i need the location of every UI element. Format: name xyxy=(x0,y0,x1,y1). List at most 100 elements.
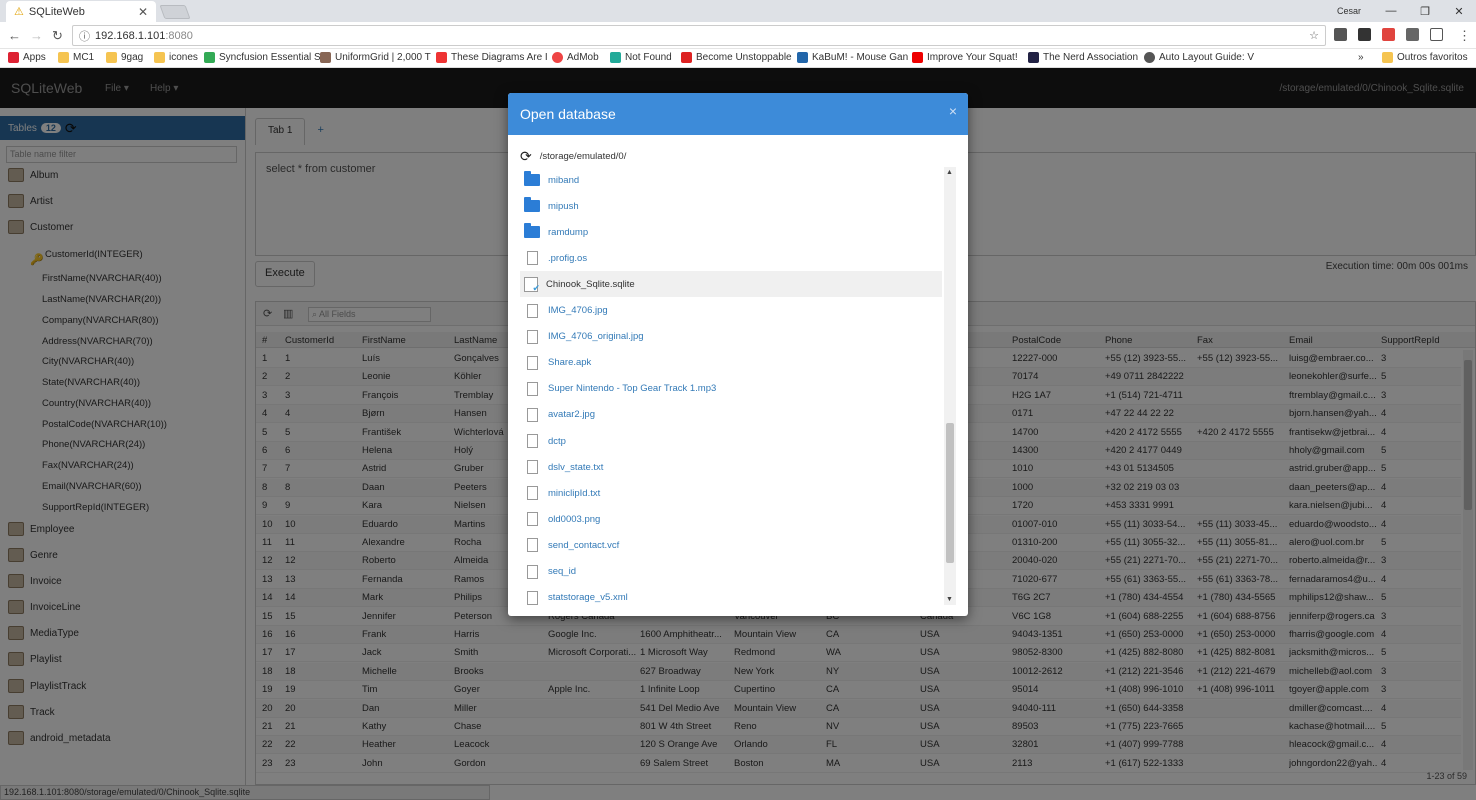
extension-icon[interactable] xyxy=(1358,28,1371,41)
file-item[interactable]: avatar2.jpg xyxy=(520,402,942,428)
close-tab-icon[interactable]: ✕ xyxy=(138,5,148,19)
forward-icon[interactable]: → xyxy=(30,28,43,43)
file-item[interactable]: Chinook_Sqlite.sqlite xyxy=(520,271,942,298)
file-item[interactable]: IMG_4706.jpg xyxy=(520,298,942,324)
file-item[interactable]: Super Nintendo - Top Gear Track 1.mp3 xyxy=(520,376,942,402)
open-database-dialog: Open database × ⟳ /storage/emulated/0/ m… xyxy=(508,93,968,616)
reload-icon[interactable]: ↻ xyxy=(52,28,63,44)
folder-icon xyxy=(1382,52,1393,63)
close-icon[interactable]: × xyxy=(949,103,957,119)
menu-kebab-icon[interactable]: ⋮ xyxy=(1458,28,1471,44)
bookmark-item[interactable]: These Diagrams Are I xyxy=(436,52,548,63)
bookmark-item[interactable]: Auto Layout Guide: V xyxy=(1144,52,1254,63)
folder-icon xyxy=(524,197,540,213)
pocket-icon[interactable] xyxy=(1406,28,1419,41)
close-window-icon[interactable]: ✕ xyxy=(1442,5,1476,18)
file-name: miniclipId.txt xyxy=(548,487,601,499)
file-item[interactable]: Share.apk xyxy=(520,350,942,376)
bookmark-label: The Nerd Association xyxy=(1043,52,1139,63)
file-icon xyxy=(527,407,538,422)
restore-icon[interactable]: ❐ xyxy=(1408,5,1442,18)
bookmark-label: Become Unstoppable xyxy=(696,52,792,63)
dialog-header: Open database × xyxy=(508,93,968,135)
extension-icon[interactable] xyxy=(1382,28,1395,41)
extension-icon[interactable] xyxy=(1334,28,1347,41)
cast-icon[interactable] xyxy=(1430,28,1443,41)
file-item[interactable]: old0003.png xyxy=(520,506,942,532)
browser-tab[interactable]: ⚠ SQLiteWeb ✕ xyxy=(6,1,156,22)
scroll-up-icon[interactable]: ▲ xyxy=(946,169,953,176)
bookmark-item[interactable]: Syncfusion Essential S xyxy=(204,52,321,63)
folder-item[interactable]: miband xyxy=(520,167,942,193)
bookmark-item[interactable]: UniformGrid | 2,000 T xyxy=(320,52,431,63)
url-host: 192.168.1.101 xyxy=(95,29,166,42)
bookmark-label: 9gag xyxy=(121,52,144,63)
bookmarks-overflow[interactable]: » xyxy=(1358,52,1364,63)
page-icon xyxy=(1028,52,1039,63)
file-icon xyxy=(527,355,538,370)
youtube-icon xyxy=(912,52,923,63)
bookmark-item[interactable]: Improve Your Squat! xyxy=(912,52,1018,63)
file-name: Chinook_Sqlite.sqlite xyxy=(546,278,635,290)
bookmark-item[interactable]: icones xyxy=(154,52,198,63)
bookmark-label: Improve Your Squat! xyxy=(927,52,1018,63)
file-list-scrollbar[interactable]: ▲ ▼ xyxy=(944,167,956,605)
folder-icon xyxy=(524,223,540,239)
file-item[interactable]: seq_id xyxy=(520,559,942,585)
bookmark-item[interactable]: The Nerd Association xyxy=(1028,52,1138,63)
file-item[interactable]: miniclipId.txt xyxy=(520,480,942,506)
bookmark-item[interactable]: Not Found xyxy=(610,52,672,63)
bookmark-label: Outros favoritos xyxy=(1397,52,1468,63)
other-bookmarks[interactable]: Outros favoritos xyxy=(1382,52,1468,63)
file-name: Super Nintendo - Top Gear Track 1.mp3 xyxy=(548,383,717,395)
bookmark-item[interactable]: Become Unstoppable xyxy=(681,52,792,63)
browser-tabbar: ⚠ SQLiteWeb ✕ Cesar — ❐ ✕ xyxy=(0,0,1476,22)
page-icon xyxy=(681,52,692,63)
file-name: miband xyxy=(548,174,580,186)
file-icon xyxy=(527,486,538,501)
file-icon xyxy=(527,512,538,527)
folder-icon xyxy=(106,52,117,63)
bookmark-item[interactable]: KaBuM! - Mouse Gan xyxy=(797,52,908,63)
bookmark-label: Auto Layout Guide: V xyxy=(1159,52,1255,63)
folder-icon xyxy=(524,171,540,186)
back-icon[interactable]: ← xyxy=(8,28,21,43)
minimize-icon[interactable]: — xyxy=(1374,5,1408,17)
bookmark-label: KaBuM! - Mouse Gan xyxy=(812,52,909,63)
file-name: mipush xyxy=(548,200,579,212)
scroll-down-icon[interactable]: ▼ xyxy=(946,596,953,603)
bookmark-label: MC1 xyxy=(73,52,95,63)
bookmark-item[interactable]: Apps xyxy=(8,52,46,63)
file-item[interactable]: send_contact.vcf xyxy=(520,532,942,558)
folder-item[interactable]: mipush xyxy=(520,193,942,219)
new-tab-button[interactable] xyxy=(159,5,191,19)
syncfusion-icon xyxy=(204,52,215,63)
file-icon xyxy=(527,460,538,475)
bookmark-item[interactable]: AdMob xyxy=(552,52,599,63)
apple-icon xyxy=(1144,52,1155,63)
bookmark-item[interactable]: 9gag xyxy=(106,52,143,63)
file-item[interactable]: statstorage_v5.xml xyxy=(520,585,942,607)
file-name: IMG_4706_original.jpg xyxy=(548,331,644,343)
url-port: :8080 xyxy=(165,29,193,42)
file-item[interactable]: IMG_4706_original.jpg xyxy=(520,324,942,350)
profile-name[interactable]: Cesar xyxy=(1324,6,1374,16)
file-item[interactable]: dctp xyxy=(520,428,942,454)
refresh-icon[interactable]: ⟳ xyxy=(520,148,532,165)
play-icon xyxy=(610,52,621,63)
address-row: ← → ↻ ⓘ 192.168.1.101:8080 ☆ ⋮ xyxy=(0,22,1476,49)
file-item[interactable]: dslv_state.txt xyxy=(520,454,942,480)
bookmark-item[interactable]: MC1 xyxy=(58,52,94,63)
file-icon xyxy=(527,538,538,553)
scroll-thumb[interactable] xyxy=(946,423,954,563)
address-bar[interactable]: ⓘ 192.168.1.101:8080 ☆ xyxy=(72,25,1326,46)
warning-icon: ⚠ xyxy=(14,6,24,18)
file-item[interactable]: .profig.os xyxy=(520,245,942,271)
info-icon[interactable]: ⓘ xyxy=(79,28,90,44)
file-name: .profig.os xyxy=(548,252,588,264)
folder-item[interactable]: ramdump xyxy=(520,219,942,245)
window-controls: Cesar — ❐ ✕ xyxy=(1324,0,1476,22)
bookmark-star-icon[interactable]: ☆ xyxy=(1309,29,1319,42)
file-icon xyxy=(527,590,538,605)
file-icon xyxy=(527,564,538,579)
